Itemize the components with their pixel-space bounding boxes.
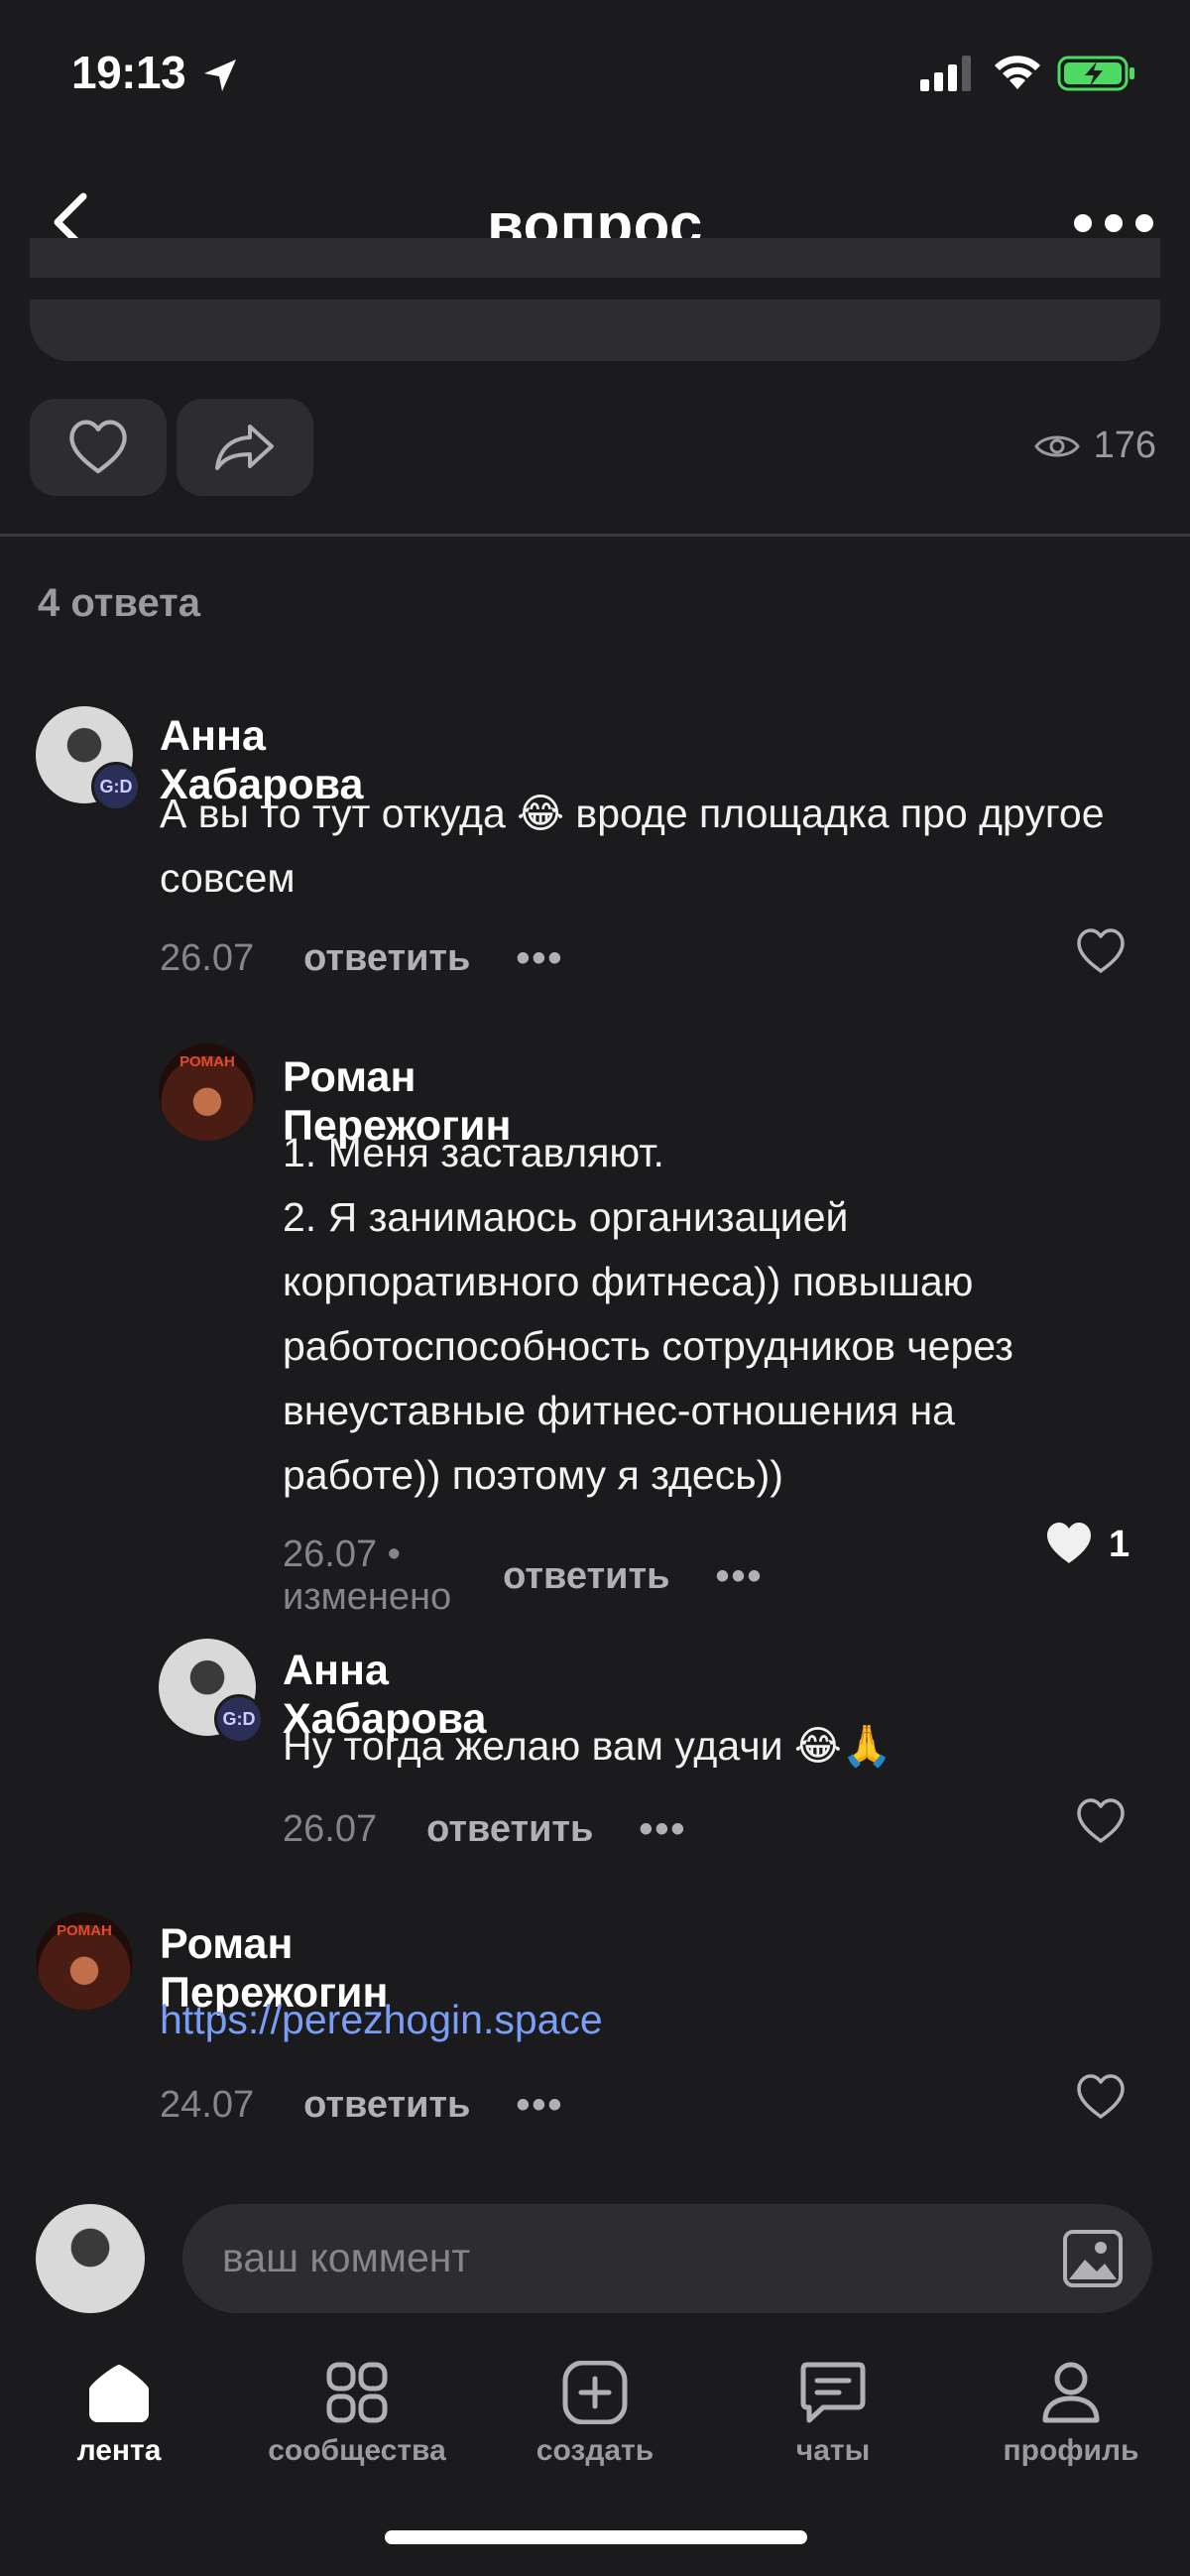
comment-date: 26.07 (283, 1808, 378, 1850)
comment-more-button[interactable]: ••• (715, 1554, 763, 1599)
heart-filled-icon[interactable] (1043, 1520, 1095, 1567)
comment-text: 1. Меня заставляют. 2. Я занимаюсь орган… (283, 1121, 1155, 1508)
community-badge: G:D (91, 762, 141, 811)
status-bar: 19:13 (0, 0, 1190, 149)
reply-button[interactable]: ответить (426, 1808, 593, 1851)
image-attach-icon[interactable] (1061, 2228, 1125, 2289)
comment-meta: 26.07 • изменено ответить ••• (283, 1533, 763, 1619)
tab-label: сообщества (268, 2434, 446, 2467)
comment-link[interactable]: https://perezhogin.space (160, 1988, 1112, 2052)
person-icon (1042, 2362, 1100, 2423)
grid-icon (326, 2362, 388, 2423)
battery-charging-icon (1057, 56, 1134, 91)
divider (0, 534, 1190, 537)
comment-text-line: корпоративного фитнеса)) повышаю (283, 1259, 974, 1304)
comment-text-line: внеуставные фитнес-отношения на (283, 1388, 955, 1433)
comment-more-button[interactable]: ••• (639, 1807, 686, 1852)
like-count: 1 (1109, 1524, 1130, 1565)
tab-label: профиль (1003, 2434, 1139, 2467)
share-arrow-icon (215, 425, 274, 470)
tab-chats[interactable]: чаты (714, 2351, 952, 2480)
home-icon (89, 2365, 149, 2422)
avatar-label: РОМАН (57, 1922, 112, 1939)
comment-date: 26.07 (283, 1533, 378, 1575)
avatar-label: РОМАН (179, 1053, 235, 1070)
home-indicator[interactable] (385, 2530, 807, 2544)
comment-text: А вы то тут откуда 😂 вроде площадка про … (160, 791, 1105, 901)
comment-date: 24.07 (160, 2084, 255, 2126)
share-button[interactable] (177, 399, 313, 496)
comment-text-line: работе)) поэтому я здесь)) (283, 1452, 783, 1498)
avatar[interactable]: РОМАН (159, 1043, 256, 1141)
tab-label: лента (76, 2434, 162, 2467)
comment-text: Ну тогда желаю вам удачи 😂🙏 (283, 1723, 892, 1769)
avatar[interactable]: РОМАН (36, 1912, 133, 2010)
plus-square-icon (562, 2361, 628, 2424)
comment-text-line: работоспособность сотрудников через (283, 1323, 1013, 1369)
views-count: 176 (1093, 425, 1156, 466)
comment-input-box (182, 2204, 1152, 2313)
comment-date-edited: 26.07 • изменено (283, 1533, 451, 1619)
tab-bar: лента сообщества создать чаты профиль (0, 2351, 1190, 2480)
comment-meta: 26.07 ответить ••• (283, 1807, 686, 1852)
location-arrow-icon (204, 60, 236, 91)
tab-profile[interactable]: профиль (952, 2351, 1190, 2480)
comment-text-line: 1. Меня заставляют. (283, 1130, 664, 1175)
signal-icon (920, 56, 971, 91)
views-counter: 176 (1033, 425, 1156, 467)
comment-more-button[interactable]: ••• (516, 936, 563, 981)
chat-icon (800, 2362, 866, 2423)
comment-meta: 26.07 ответить ••• (160, 936, 563, 981)
comment-date: 26.07 (160, 937, 255, 979)
like-post-button[interactable] (30, 399, 167, 496)
comment-text-line: 2. Я занимаюсь организацией (283, 1194, 849, 1240)
current-user-avatar[interactable] (36, 2204, 145, 2313)
heart-icon[interactable] (1075, 927, 1127, 975)
tab-create[interactable]: создать (476, 2351, 714, 2480)
reply-button[interactable]: ответить (303, 937, 470, 980)
reply-button[interactable]: ответить (503, 1555, 669, 1598)
comment-more-button[interactable]: ••• (516, 2083, 563, 2128)
heart-icon (69, 420, 127, 474)
post-card-bottom (30, 238, 1160, 361)
status-time: 19:13 (71, 47, 186, 98)
heart-icon[interactable] (1075, 1797, 1127, 1845)
heart-icon[interactable] (1075, 2073, 1127, 2121)
tab-label: чаты (795, 2434, 871, 2467)
comment-meta: 24.07 ответить ••• (160, 2083, 563, 2128)
comment-input[interactable] (222, 2228, 1015, 2287)
tab-feed[interactable]: лента (0, 2351, 238, 2480)
tab-label: создать (536, 2434, 654, 2467)
wifi-icon (995, 56, 1040, 89)
community-badge: G:D (214, 1694, 264, 1744)
answers-count: 4 ответа (38, 581, 201, 625)
eye-icon (1033, 435, 1080, 456)
tab-communities[interactable]: сообщества (238, 2351, 476, 2480)
reply-button[interactable]: ответить (303, 2084, 470, 2127)
header-background (0, 278, 1190, 300)
